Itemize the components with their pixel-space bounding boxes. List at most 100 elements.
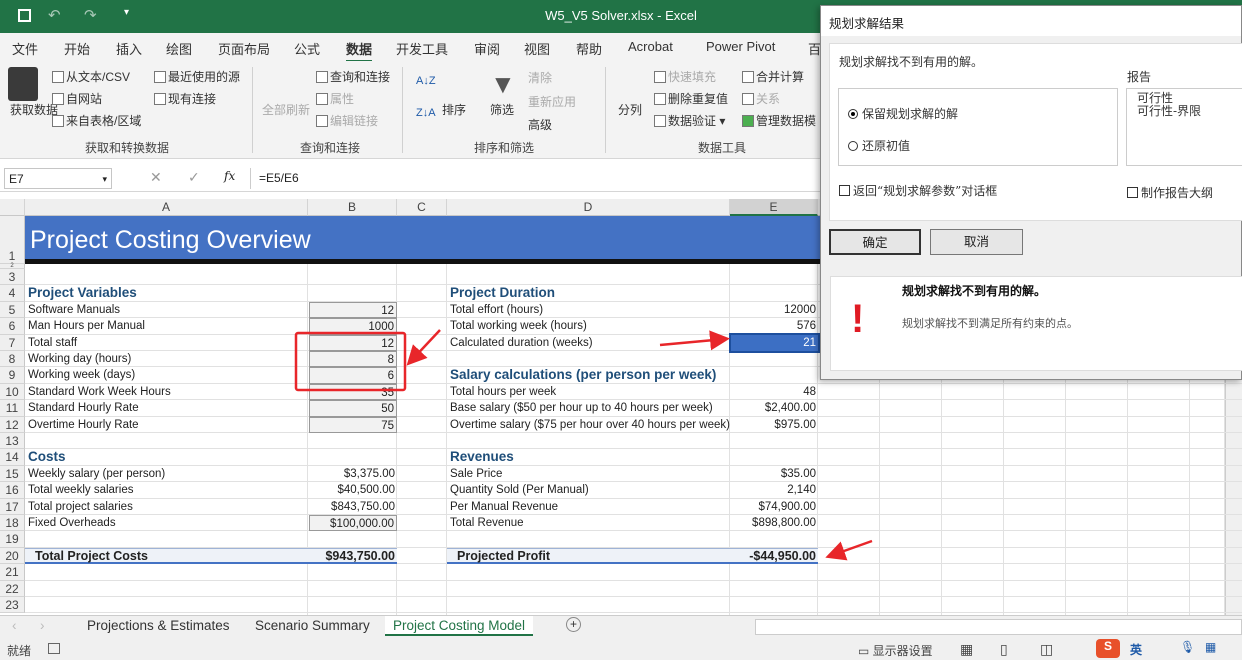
- cell-a[interactable]: Total weekly salaries: [26, 482, 306, 498]
- selected-cell-e7[interactable]: 21: [729, 332, 820, 354]
- row-header[interactable]: 18: [0, 515, 25, 532]
- row-header[interactable]: 11: [0, 400, 25, 417]
- cell-e[interactable]: 48: [731, 384, 818, 400]
- cell-d[interactable]: Quantity Sold (Per Manual): [448, 482, 730, 498]
- sheet-tab[interactable]: Scenario Summary: [255, 618, 370, 633]
- menu-tab[interactable]: Power Pivot: [706, 39, 775, 54]
- advanced-button[interactable]: 高级: [528, 116, 552, 133]
- row-header[interactable]: 12: [0, 416, 25, 433]
- page-layout-icon[interactable]: ▯: [1000, 641, 1008, 658]
- macro-record-icon[interactable]: [48, 643, 60, 654]
- cell-d[interactable]: Total Revenue: [448, 515, 730, 531]
- reapply-button[interactable]: 重新应用: [528, 93, 576, 110]
- cell-d[interactable]: Total effort (hours): [448, 302, 730, 318]
- refresh-all-button[interactable]: 全部刷新: [262, 101, 310, 118]
- menu-tab[interactable]: 视图: [524, 39, 550, 58]
- cell-e[interactable]: 576: [731, 318, 818, 334]
- outline-reports-checkbox[interactable]: 制作报告大纲: [1127, 184, 1213, 201]
- cell-a[interactable]: Costs: [26, 449, 306, 465]
- cell-a[interactable]: Man Hours per Manual: [26, 318, 306, 334]
- row-header[interactable]: 13: [0, 433, 25, 450]
- recent-sources-button[interactable]: 最近使用的源: [154, 68, 240, 85]
- cell-e[interactable]: -$44,950.00: [731, 548, 818, 564]
- tab-scroll-left[interactable]: ‹: [12, 618, 17, 633]
- cell-a[interactable]: Standard Work Week Hours: [26, 384, 306, 400]
- cell-b[interactable]: $100,000.00: [309, 515, 397, 532]
- from-web-button[interactable]: 自网站: [52, 90, 102, 107]
- row-header[interactable]: 23: [0, 597, 25, 614]
- row-header[interactable]: 6: [0, 318, 25, 335]
- cell-d[interactable]: Total hours per week: [448, 384, 730, 400]
- edit-links-button[interactable]: 编辑链接: [316, 112, 378, 129]
- from-text-button[interactable]: 从文本/CSV: [52, 68, 130, 85]
- normal-view-icon[interactable]: ▦: [960, 641, 973, 658]
- cell-b[interactable]: $3,375.00: [309, 466, 397, 482]
- menu-tab[interactable]: 插入: [116, 39, 142, 58]
- cell-a[interactable]: Standard Hourly Rate: [26, 400, 306, 416]
- cell-d[interactable]: Project Duration: [448, 285, 730, 301]
- sheet-tab[interactable]: Project Costing Model: [385, 616, 534, 636]
- queries-connections-button[interactable]: 查询和连接: [316, 68, 390, 85]
- cell-a[interactable]: Project Variables: [26, 285, 306, 301]
- cancel-icon[interactable]: ✕: [150, 169, 162, 186]
- row-header[interactable]: 7: [0, 334, 25, 351]
- row-header[interactable]: 4: [0, 285, 25, 302]
- new-sheet-button[interactable]: +: [566, 617, 581, 632]
- reports-list[interactable]: 可行性 可行性-界限: [1126, 88, 1242, 166]
- cell-e[interactable]: $2,400.00: [731, 400, 818, 416]
- row-header[interactable]: 16: [0, 482, 25, 499]
- page-break-icon[interactable]: ◫: [1040, 641, 1053, 658]
- sort-az-icon[interactable]: A↓Z: [416, 75, 436, 87]
- cell-b[interactable]: 50: [309, 400, 397, 417]
- menu-tab[interactable]: 绘图: [166, 39, 192, 58]
- cell-b[interactable]: 35: [309, 383, 397, 401]
- flash-fill-button[interactable]: 快速填充: [654, 68, 716, 85]
- cell-b[interactable]: 6: [309, 367, 397, 384]
- remove-duplicates-button[interactable]: 删除重复值: [654, 90, 728, 107]
- manage-data-model-button[interactable]: 管理数据模: [742, 112, 816, 129]
- column-header[interactable]: C: [397, 199, 447, 216]
- cell-a[interactable]: Total project salaries: [26, 499, 306, 515]
- cell-a[interactable]: Total staff: [26, 335, 306, 351]
- cell-a[interactable]: Total Project Costs: [33, 548, 313, 564]
- cell-b[interactable]: $40,500.00: [309, 482, 397, 498]
- clear-button[interactable]: 清除: [528, 69, 552, 86]
- keep-solution-radio[interactable]: 保留规划求解的解: [848, 105, 958, 122]
- microphone-icon[interactable]: 🎙: [1180, 640, 1195, 654]
- consolidate-button[interactable]: 合并计算: [742, 68, 804, 85]
- cell-e[interactable]: $975.00: [731, 417, 818, 433]
- row-header[interactable]: 3: [0, 269, 25, 286]
- row-header[interactable]: 1: [0, 216, 25, 264]
- menu-tab[interactable]: 公式: [294, 39, 320, 58]
- keyboard-icon[interactable]: ▦: [1205, 640, 1216, 654]
- cell-d[interactable]: Total working week (hours): [448, 318, 730, 334]
- menu-tab[interactable]: 文件: [12, 39, 38, 58]
- sort-button[interactable]: 排序: [442, 101, 466, 118]
- cell-a[interactable]: Software Manuals: [26, 302, 306, 318]
- menu-tab[interactable]: 数据: [346, 39, 373, 63]
- cell-e[interactable]: 12000: [731, 302, 818, 318]
- insert-function-icon[interactable]: fx: [224, 169, 235, 183]
- row-header[interactable]: 5: [0, 301, 25, 319]
- existing-connections-button[interactable]: 现有连接: [154, 90, 216, 107]
- cell-a[interactable]: Working day (hours): [26, 351, 306, 367]
- row-header[interactable]: 8: [0, 351, 25, 368]
- cell-d[interactable]: Sale Price: [448, 466, 730, 482]
- menu-tab[interactable]: 帮助: [576, 39, 602, 58]
- cell-a[interactable]: Working week (days): [26, 367, 306, 383]
- sogou-ime-icon[interactable]: S: [1096, 639, 1120, 658]
- row-header[interactable]: 10: [0, 383, 25, 401]
- row-header[interactable]: 9: [0, 367, 25, 384]
- menu-tab[interactable]: 开始: [64, 39, 90, 58]
- cell-e[interactable]: $74,900.00: [731, 499, 818, 515]
- horizontal-scrollbar[interactable]: [755, 619, 1242, 635]
- filter-button[interactable]: 筛选: [490, 101, 514, 118]
- name-box[interactable]: E7 ▾: [4, 168, 112, 189]
- cell-a[interactable]: Fixed Overheads: [26, 515, 306, 531]
- return-to-dialog-checkbox[interactable]: 返回“规划求解参数”对话框: [839, 182, 997, 199]
- display-settings-button[interactable]: ▭ 显示器设置: [858, 642, 933, 659]
- menu-tab[interactable]: 开发工具: [396, 39, 448, 58]
- ime-language[interactable]: 英: [1130, 641, 1142, 658]
- cell-b[interactable]: 12: [309, 334, 397, 351]
- select-all[interactable]: [0, 199, 25, 216]
